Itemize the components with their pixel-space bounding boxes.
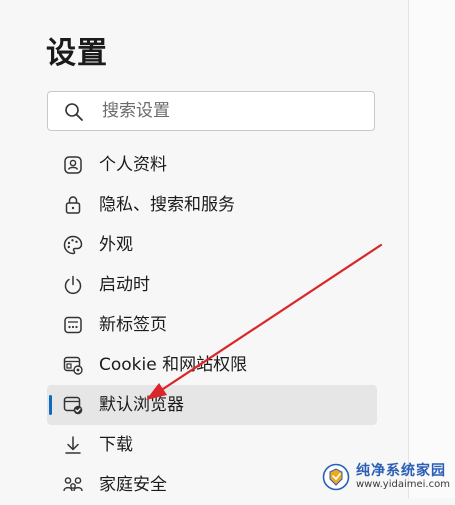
nav-label: 家庭安全 bbox=[99, 475, 167, 495]
nav-item-privacy[interactable]: 隐私、搜索和服务 bbox=[47, 185, 377, 225]
search-input[interactable] bbox=[102, 92, 362, 130]
nav-item-appearance[interactable]: 外观 bbox=[47, 225, 377, 265]
settings-nav: 个人资料 隐私、搜索和服务 外观 启动时 新标签页 Cookie 和网站权限 默… bbox=[47, 145, 377, 505]
nav-label: 默认浏览器 bbox=[99, 395, 184, 415]
page-title: 设置 bbox=[46, 36, 108, 71]
nav-item-startup[interactable]: 启动时 bbox=[47, 265, 377, 305]
settings-sidebar: 设置 个人资料 bbox=[0, 0, 408, 498]
nav-label: 启动时 bbox=[99, 275, 150, 295]
new-tab-icon bbox=[62, 314, 84, 336]
watermark-logo-icon bbox=[322, 463, 350, 491]
watermark-url: www.yidaimei.com bbox=[356, 479, 450, 490]
nav-item-downloads[interactable]: 下载 bbox=[47, 425, 377, 465]
default-browser-icon bbox=[62, 394, 84, 416]
nav-label: 下载 bbox=[99, 435, 133, 455]
nav-label: 隐私、搜索和服务 bbox=[99, 195, 235, 215]
watermark: 纯净系统家园 www.yidaimei.com bbox=[322, 462, 450, 492]
content-pane bbox=[409, 0, 455, 498]
profile-icon bbox=[62, 154, 84, 176]
lock-icon bbox=[62, 194, 84, 216]
nav-item-profiles[interactable]: 个人资料 bbox=[47, 145, 377, 185]
palette-icon bbox=[62, 234, 84, 256]
nav-item-default-browser[interactable]: 默认浏览器 bbox=[47, 385, 377, 425]
download-icon bbox=[62, 434, 84, 456]
nav-label: 个人资料 bbox=[99, 155, 167, 175]
watermark-text: 纯净系统家园 www.yidaimei.com bbox=[356, 464, 450, 490]
nav-label: Cookie 和网站权限 bbox=[99, 355, 248, 375]
nav-label: 外观 bbox=[99, 235, 133, 255]
watermark-title: 纯净系统家园 bbox=[356, 463, 446, 479]
nav-item-newtab[interactable]: 新标签页 bbox=[47, 305, 377, 345]
family-icon bbox=[62, 474, 84, 496]
nav-label: 新标签页 bbox=[99, 315, 167, 335]
power-icon bbox=[62, 274, 84, 296]
nav-item-cookies[interactable]: Cookie 和网站权限 bbox=[47, 345, 377, 385]
site-permissions-icon bbox=[62, 354, 84, 376]
search-box[interactable] bbox=[47, 91, 375, 131]
search-icon bbox=[64, 102, 84, 122]
